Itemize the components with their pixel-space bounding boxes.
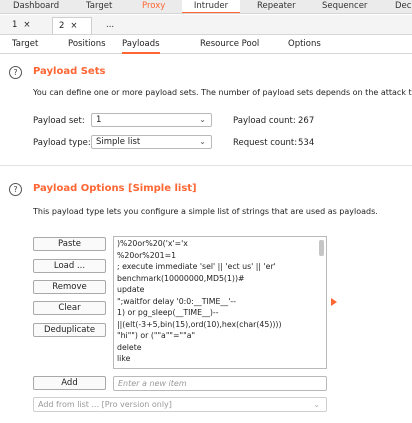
close-icon[interactable]: × [70, 21, 77, 31]
payload-options-description: This payload type lets you configure a s… [33, 207, 378, 216]
instance-tab-2[interactable]: 2 × [52, 17, 92, 34]
help-icon[interactable]: ? [9, 66, 22, 79]
remove-button[interactable]: Remove [33, 280, 106, 294]
list-item[interactable]: delete [114, 342, 326, 354]
tool-tab-bar: Dashboard Target Proxy Intruder Repeater… [0, 0, 412, 14]
chevron-down-icon: ⌄ [313, 400, 320, 409]
tab-options[interactable]: Options [288, 39, 321, 49]
list-item[interactable]: "hi"") or (""a""=""a" [114, 330, 326, 342]
deduplicate-button[interactable]: Deduplicate [33, 323, 106, 337]
add-item-input[interactable]: Enter a new item [113, 376, 327, 391]
add-from-list-label: Add from list ... [Pro version only] [38, 400, 172, 409]
payload-sets-title: Payload Sets [33, 66, 106, 77]
list-item[interactable]: like [114, 353, 326, 365]
list-item[interactable]: ";waitfor delay '0:0:__TIME__'-- [114, 296, 326, 308]
tool-tab-intruder[interactable]: Intruder [182, 0, 240, 13]
add-from-list-select[interactable]: Add from list ... [Pro version only] ⌄ [33, 397, 327, 412]
request-count-value: 534 [298, 138, 315, 148]
list-item[interactable]: ||(elt(-3+5,bin(15),ord(10),hex(char(45)… [114, 319, 326, 331]
payload-count-value: 267 [298, 116, 315, 126]
payload-set-value: 1 [96, 115, 102, 125]
payload-set-label: Payload set: [33, 116, 85, 126]
tab-payloads[interactable]: Payloads [122, 39, 160, 54]
paste-button[interactable]: Paste [33, 237, 106, 251]
list-item[interactable]: benchmark(10000000,MD5(1))# [114, 273, 326, 285]
chevron-down-icon: ⌄ [199, 137, 206, 146]
list-item[interactable]: ; execute immediate 'sel' || 'ect us' ||… [114, 261, 326, 273]
payload-list[interactable]: )%20or%20('x'='x %20or%201=1 ; execute i… [113, 236, 327, 369]
instance-tab-more[interactable]: ... [100, 17, 130, 34]
tool-tab-repeater[interactable]: Repeater [257, 0, 296, 13]
instance-tab-label: 1 [12, 20, 18, 30]
help-icon[interactable]: ? [9, 183, 22, 196]
payload-options-title: Payload Options [Simple list] [33, 183, 197, 194]
payload-count-label: Payload count: [233, 116, 296, 126]
tool-tab-proxy[interactable]: Proxy [142, 0, 165, 13]
instance-tab-1[interactable]: 1 × [6, 17, 42, 34]
add-button[interactable]: Add [33, 376, 106, 390]
tool-tab-dashboard[interactable]: Dashboard [13, 0, 59, 13]
tab-target[interactable]: Target [12, 39, 38, 49]
tool-tab-sequencer[interactable]: Sequencer [322, 0, 367, 13]
instance-tab-label: 2 [59, 21, 65, 31]
request-count-label: Request count: [233, 138, 298, 148]
load-button[interactable]: Load ... [33, 259, 106, 273]
triangle-right-icon [331, 298, 337, 306]
list-item[interactable]: 1) or pg_sleep(__TIME__)-- [114, 307, 326, 319]
payload-type-value: Simple list [96, 137, 141, 147]
clear-button[interactable]: Clear [33, 301, 106, 315]
section-divider [0, 165, 412, 166]
tab-resource-pool[interactable]: Resource Pool [200, 39, 259, 49]
tool-tab-decoder[interactable]: Deco [395, 0, 412, 13]
instance-tab-bar: 1 × 2 × ... [0, 15, 412, 35]
payload-type-select[interactable]: Simple list ⌄ [91, 135, 212, 149]
scrollbar-thumb[interactable] [319, 240, 324, 256]
intruder-sub-tab-bar: Target Positions Payloads Resource Pool … [0, 36, 412, 54]
payload-sets-description: You can define one or more payload sets.… [33, 88, 412, 97]
close-icon[interactable]: × [23, 20, 30, 30]
tab-positions[interactable]: Positions [68, 39, 106, 49]
list-item[interactable]: )%20or%20('x'='x [114, 238, 326, 250]
tool-tab-target[interactable]: Target [86, 0, 112, 13]
list-item[interactable]: %20or%201=1 [114, 250, 326, 262]
payload-type-label: Payload type: [33, 138, 91, 148]
list-item[interactable]: update [114, 284, 326, 296]
payload-set-select[interactable]: 1 ⌄ [91, 113, 212, 127]
chevron-down-icon: ⌄ [199, 115, 206, 124]
